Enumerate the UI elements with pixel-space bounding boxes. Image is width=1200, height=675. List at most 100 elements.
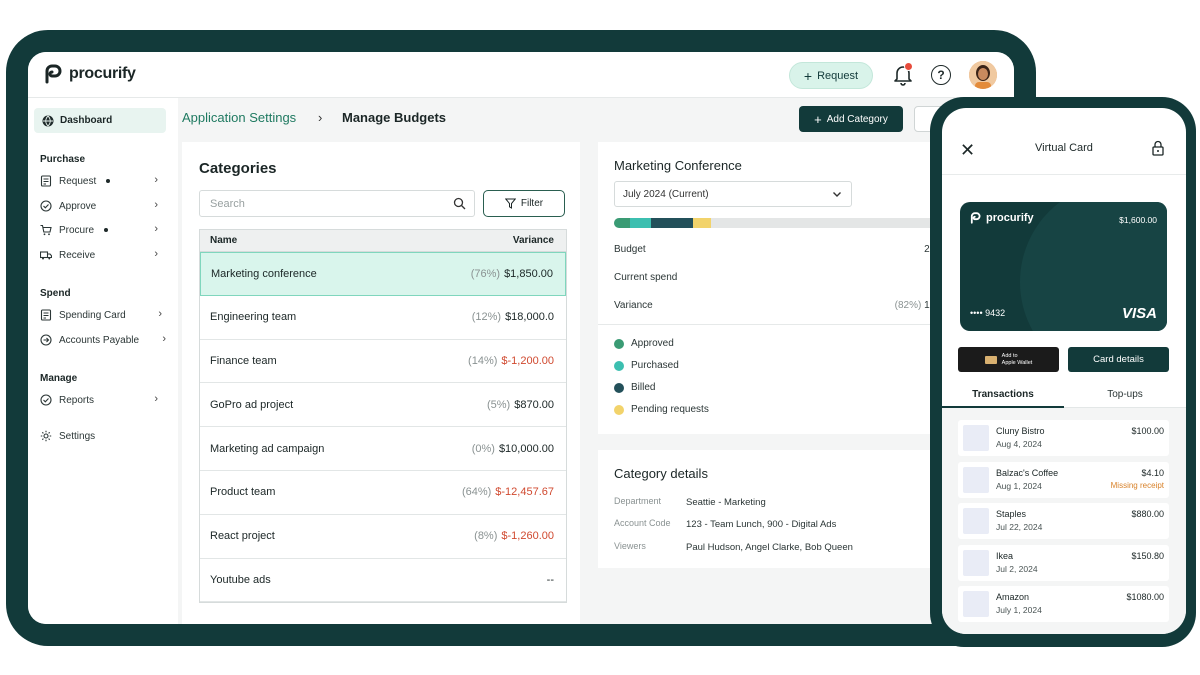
variance-pct: (8%) bbox=[474, 530, 498, 543]
logo[interactable]: procurify bbox=[44, 64, 136, 84]
legend-label: Approved bbox=[631, 338, 674, 349]
sidebar-item-settings[interactable]: Settings bbox=[40, 427, 158, 445]
apple-wallet-button[interactable]: Add to Apple Wallet bbox=[958, 347, 1059, 372]
receipt-thumbnail bbox=[963, 466, 989, 493]
department-label: Department bbox=[614, 496, 662, 506]
legend-item-pending: Pending requests bbox=[614, 404, 709, 415]
sidebar-item-procure[interactable]: Procure › bbox=[40, 221, 158, 239]
category-details-panel: Category details Department Seattie - Ma… bbox=[598, 450, 938, 568]
transaction-item[interactable]: Ikea Jul 2, 2024 $150.80 bbox=[958, 544, 1169, 581]
legend-swatch bbox=[614, 338, 624, 349]
section-title-purchase: Purchase bbox=[40, 154, 86, 165]
notification-badge bbox=[904, 62, 913, 71]
bar-segment-purchased bbox=[630, 218, 652, 228]
sidebar-item-spending-card[interactable]: Spending Card › bbox=[40, 306, 162, 324]
filter-button[interactable]: Filter bbox=[483, 190, 565, 217]
lock-icon[interactable] bbox=[1151, 140, 1165, 156]
gear-icon bbox=[40, 430, 52, 442]
transaction-item[interactable]: Staples Jul 22, 2024 $880.00 bbox=[958, 503, 1169, 539]
sidebar-item-request[interactable]: Request › bbox=[40, 172, 158, 190]
sidebar-item-label: Approve bbox=[59, 200, 97, 212]
add-category-button[interactable]: + Add Category bbox=[799, 106, 903, 132]
sidebar-item-dashboard[interactable]: Dashboard bbox=[34, 108, 166, 133]
bar-segment-approved bbox=[614, 218, 631, 228]
variance-amount: $870.00 bbox=[514, 398, 554, 411]
merchant-name: Ikea bbox=[996, 550, 1014, 561]
cart-icon bbox=[40, 224, 52, 236]
chevron-right-icon: › bbox=[158, 308, 162, 320]
sidebar-item-label: Dashboard bbox=[60, 115, 113, 126]
transaction-amount: $100.00 bbox=[1131, 426, 1164, 436]
plus-icon: + bbox=[814, 111, 822, 127]
table-row[interactable]: React project (8%) $-1,260.00 bbox=[200, 514, 566, 559]
variance-amount: -- bbox=[546, 573, 554, 586]
table-row[interactable]: Marketing ad campaign (0%) $10,000.00 bbox=[200, 427, 566, 471]
sidebar-item-reports[interactable]: Reports › bbox=[40, 391, 158, 409]
breadcrumb-parent[interactable]: Application Settings bbox=[182, 110, 296, 125]
receipt-thumbnail bbox=[963, 425, 989, 451]
category-name: GoPro ad project bbox=[210, 398, 294, 411]
truck-icon bbox=[40, 251, 52, 260]
merchant-name: Balzac's Coffee bbox=[996, 467, 1059, 478]
variance-cell: (8%) $-1,260.00 bbox=[474, 530, 554, 542]
transaction-item[interactable]: Amazon July 1, 2024 $1080.00 bbox=[958, 586, 1169, 622]
legend-label: Pending requests bbox=[631, 404, 709, 415]
card-details-button[interactable]: Card details bbox=[1068, 347, 1169, 372]
virtual-card[interactable]: procurify $1,600.00 •••• 9432 VISA bbox=[960, 202, 1167, 331]
table-row[interactable]: Engineering team (12%) $18,000.0 bbox=[200, 295, 566, 340]
transaction-amount: $4.10 bbox=[1141, 467, 1164, 478]
variance-label: Variance bbox=[614, 300, 653, 311]
category-name: React project bbox=[210, 530, 275, 543]
variance-cell: (64%) $-12,457.67 bbox=[462, 486, 554, 498]
variance-amount: $18,000.0 bbox=[505, 311, 554, 324]
merchant-name: Amazon bbox=[996, 592, 1030, 602]
help-icon[interactable]: ? bbox=[931, 65, 951, 85]
period-select[interactable]: July 2024 (Current) bbox=[614, 181, 852, 207]
request-button[interactable]: + Request bbox=[789, 62, 873, 89]
variance-amount: $-12,457.67 bbox=[495, 486, 554, 499]
sidebar-item-accounts-payable[interactable]: Accounts Payable › bbox=[40, 331, 166, 349]
merchant-name: Staples bbox=[996, 509, 1027, 519]
transaction-item[interactable]: Cluny Bistro Aug 4, 2024 $100.00 bbox=[958, 420, 1169, 456]
table-row[interactable]: GoPro ad project (5%) $870.00 bbox=[200, 383, 566, 428]
variance-amount: $10,000.00 bbox=[498, 442, 554, 455]
legend-item-approved: Approved bbox=[614, 338, 674, 349]
check-circle-icon bbox=[40, 200, 52, 212]
sidebar-item-approve[interactable]: Approve › bbox=[40, 197, 158, 215]
transaction-item[interactable]: Balzac's Coffee Aug 1, 2024 $4.10 Missing r… bbox=[958, 461, 1169, 498]
table-row[interactable]: Product team (64%) $-12,457.67 bbox=[200, 470, 566, 515]
budget-title: Marketing Conference bbox=[614, 158, 742, 173]
account-code-value: 123 - Team Lunch, 900 - Digital Ads bbox=[686, 519, 837, 530]
period-value: July 2024 (Current) bbox=[623, 188, 709, 200]
divider bbox=[598, 324, 938, 325]
variance-pct: (12%) bbox=[471, 311, 502, 324]
sidebar-item-label: Settings bbox=[59, 430, 96, 442]
legend-label: Billed bbox=[631, 382, 656, 393]
variance-amount: $-1,260.00 bbox=[501, 530, 554, 543]
table-row[interactable]: Youtube ads -- bbox=[200, 558, 566, 603]
avatar[interactable] bbox=[969, 61, 997, 89]
card-balance: $1,600.00 bbox=[1119, 215, 1157, 225]
card-brand: procurify bbox=[986, 212, 1034, 224]
transaction-date: Aug 1, 2024 bbox=[996, 480, 1042, 491]
sidebar-item-label: Spending Card bbox=[59, 309, 126, 321]
card-icon bbox=[40, 309, 52, 321]
transaction-date: Jul 2, 2024 bbox=[996, 563, 1038, 574]
legend-item-billed: Billed bbox=[614, 382, 655, 393]
tab-transactions[interactable]: Transactions bbox=[942, 389, 1064, 400]
column-header-name[interactable]: Name bbox=[210, 235, 237, 246]
procurify-logo-icon bbox=[970, 212, 981, 224]
divider bbox=[942, 174, 1186, 175]
status-dot bbox=[104, 228, 109, 232]
table-row[interactable]: Finance team (14%) $-1,200.00 bbox=[200, 339, 566, 384]
table-row[interactable]: Marketing conference (76%) $1,850.00 bbox=[200, 252, 566, 296]
tab-top-ups[interactable]: Top-ups bbox=[1064, 389, 1186, 400]
variance-cell: (14%) $-1,200.00 bbox=[468, 355, 554, 367]
search-input[interactable]: Search bbox=[199, 190, 475, 217]
chevron-right-icon: › bbox=[318, 110, 323, 125]
receipt-thumbnail bbox=[963, 591, 989, 617]
column-header-variance[interactable]: Variance bbox=[513, 235, 554, 246]
phone-title: Virtual Card bbox=[1035, 142, 1093, 154]
sidebar-item-receive[interactable]: Receive › bbox=[40, 246, 158, 264]
categories-table: Name Variance Marketing conference (76%) $… bbox=[199, 229, 567, 604]
